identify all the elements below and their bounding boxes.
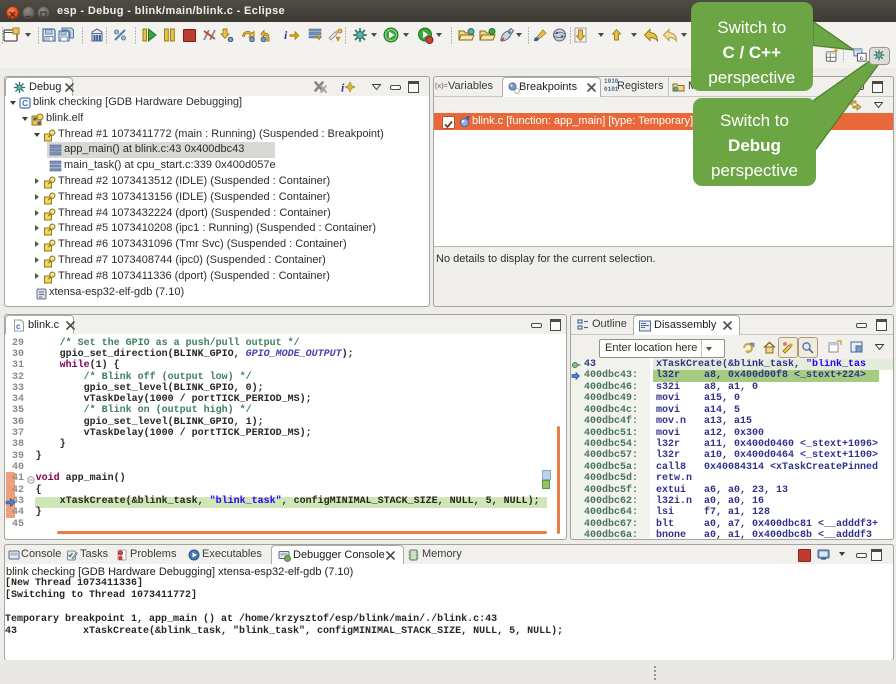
svg-text:c: c: [860, 55, 864, 62]
svg-text:c: c: [16, 322, 21, 331]
svg-text:i: i: [284, 28, 288, 42]
svg-text:C: C: [22, 98, 28, 108]
